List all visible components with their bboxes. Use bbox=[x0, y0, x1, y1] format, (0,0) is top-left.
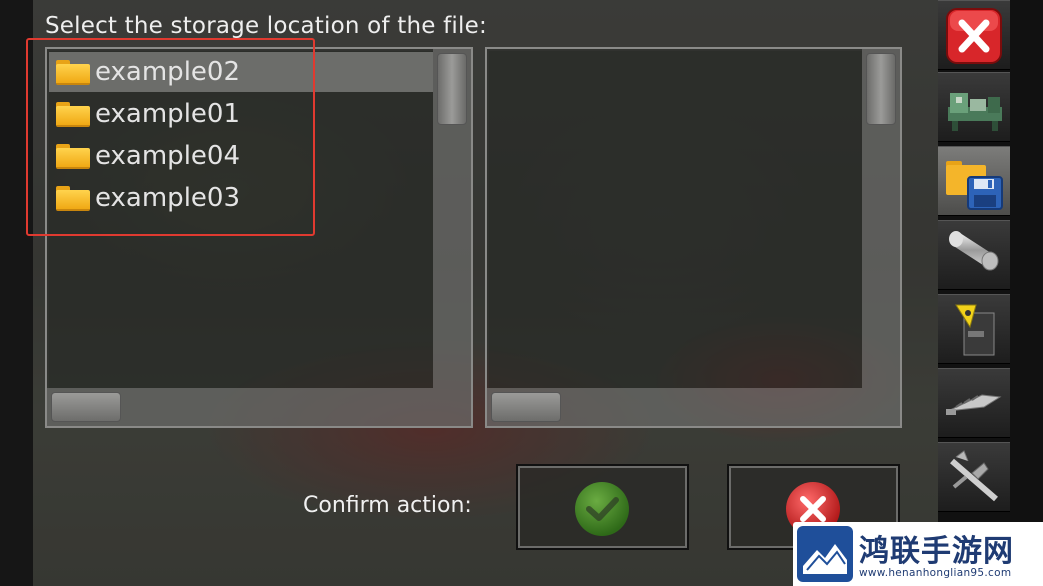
toolbar-drill-button[interactable] bbox=[938, 368, 1010, 438]
watermark-title: 鸿联手游网 bbox=[859, 534, 1014, 569]
toolbar-file-save-button[interactable] bbox=[938, 146, 1010, 216]
file-list-panel[interactable] bbox=[485, 47, 902, 428]
vertical-scroll-thumb[interactable] bbox=[866, 53, 896, 125]
confirm-action-label: Confirm action: bbox=[303, 493, 472, 518]
toolbar-measure-button[interactable] bbox=[938, 442, 1010, 512]
file-list-area bbox=[489, 51, 862, 388]
turning-tool-insert-icon bbox=[955, 304, 995, 356]
confirm-ok-button[interactable] bbox=[516, 464, 689, 550]
toolbar-close-button[interactable] bbox=[938, 0, 1010, 70]
close-icon bbox=[946, 8, 1002, 64]
horizontal-scrollbar[interactable] bbox=[487, 388, 900, 426]
vertical-scrollbar[interactable] bbox=[433, 49, 471, 388]
horizontal-scroll-thumb[interactable] bbox=[491, 392, 561, 422]
toolbar-tool-insert-button[interactable] bbox=[938, 294, 1010, 364]
vertical-scroll-thumb[interactable] bbox=[437, 53, 467, 125]
watermark-badge: 鸿联手游网 www.henanhonglian95.com bbox=[793, 522, 1043, 586]
side-toolbar bbox=[938, 0, 1043, 586]
folder-save-icon bbox=[946, 161, 1003, 210]
watermark-logo-icon bbox=[797, 526, 853, 582]
toolbar-machine-button[interactable] bbox=[938, 72, 1010, 142]
vertical-scrollbar[interactable] bbox=[862, 49, 900, 388]
watermark-url: www.henanhonglian95.com bbox=[859, 567, 1012, 579]
horizontal-scroll-thumb[interactable] bbox=[51, 392, 121, 422]
workpiece-cylinder-icon bbox=[949, 231, 999, 271]
highlight-annotation-box bbox=[26, 38, 315, 236]
lathe-machine-icon bbox=[948, 93, 1002, 131]
caliper-icon bbox=[950, 450, 998, 502]
toolbar-workpiece-button[interactable] bbox=[938, 220, 1010, 290]
dialog-title: Select the storage location of the file: bbox=[45, 13, 487, 39]
horizontal-scrollbar[interactable] bbox=[47, 388, 471, 426]
drill-bit-icon bbox=[946, 394, 1002, 415]
check-icon bbox=[575, 482, 629, 536]
